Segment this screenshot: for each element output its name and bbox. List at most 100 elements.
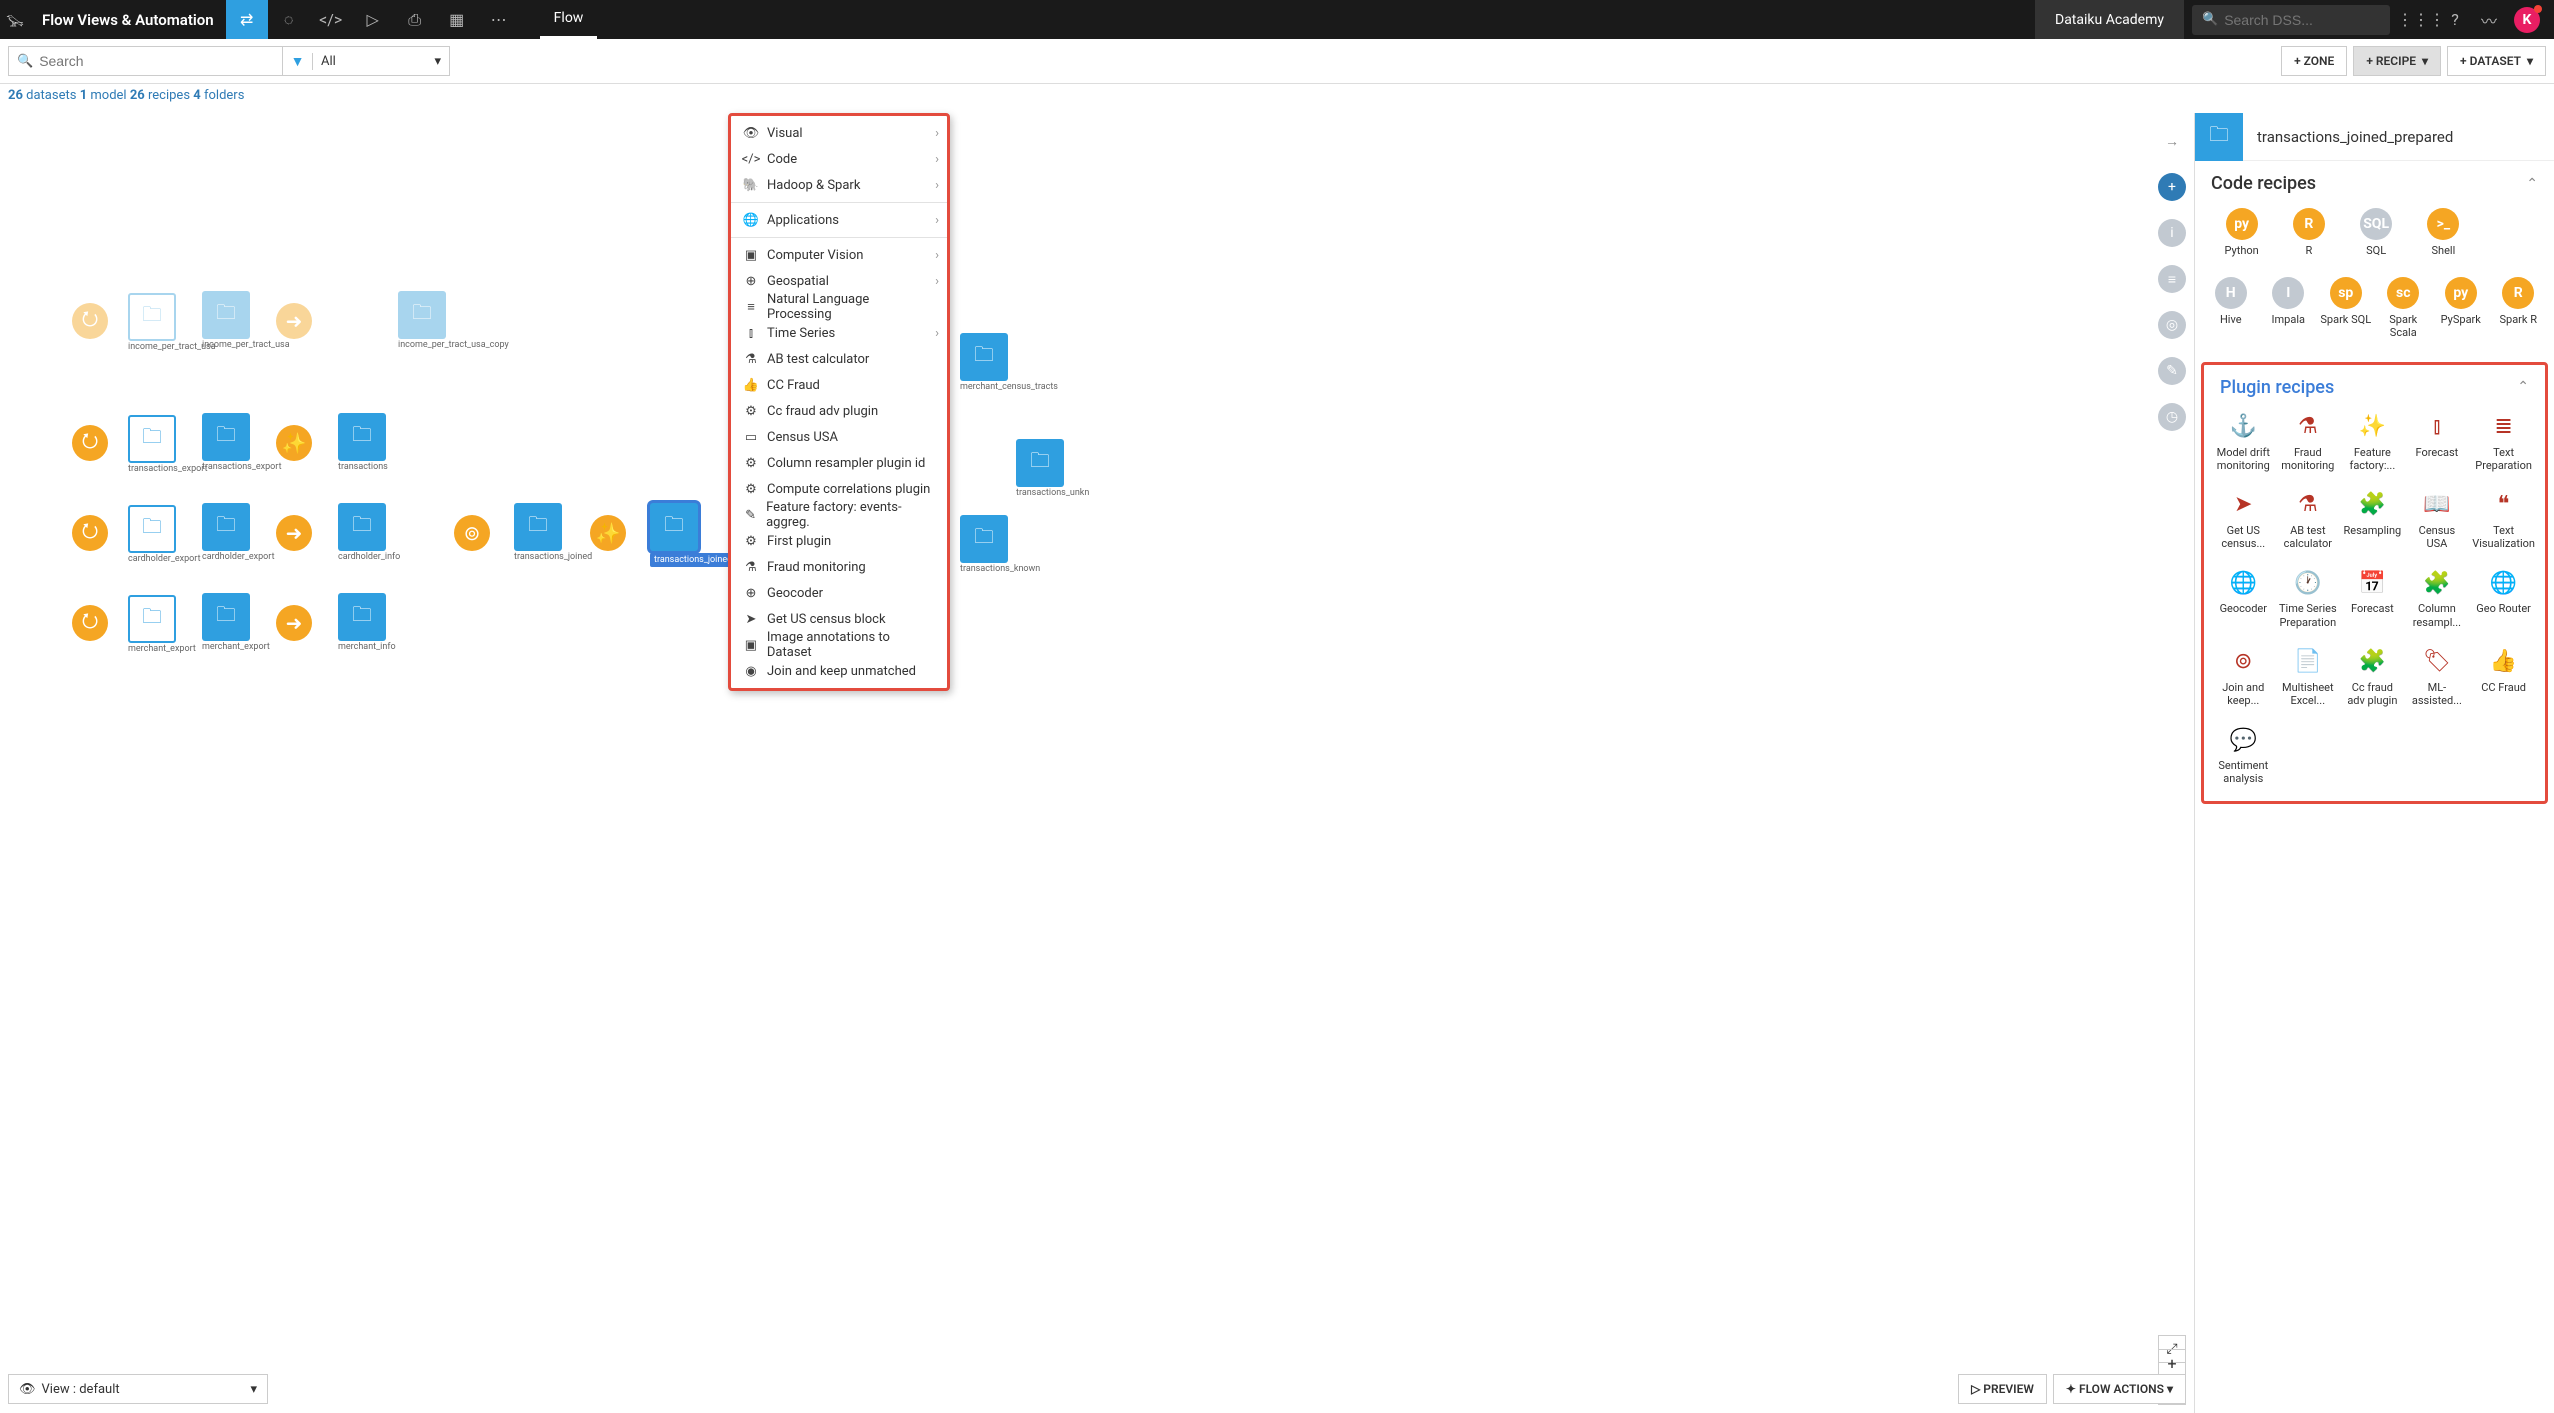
plugin-recipe-item[interactable]: 👍CC Fraud [2472,647,2535,707]
recipe-menu-item[interactable]: ⚗AB test calculator [731,346,947,372]
recipe-menu-item[interactable]: ▣Image annotations to Dataset [731,632,947,658]
code-recipe-item[interactable]: pyPython [2211,208,2272,257]
plugin-recipe-item[interactable]: ⚗Fraud monitoring [2279,412,2338,472]
flow-node-j3[interactable]: ✨ [590,515,626,551]
recipe-menu-item[interactable]: 👍CC Fraud [731,372,947,398]
flow-search[interactable]: 🔍 [8,46,283,76]
recipe-menu-item[interactable]: ➤Get US census block [731,606,947,632]
flow-node-r2[interactable]: 🗀transactions_unkn [1016,439,1086,499]
flow-node-n1[interactable]: ⭮ [72,303,108,339]
flow-canvas[interactable]: ⭮ 🗀income_per_tract_usa 🗀income_per_tract_… [0,113,2194,1413]
flow-node-t2[interactable]: 🗀transactions_export [128,415,198,475]
flow-icon[interactable]: ⇄ [226,0,268,39]
plugin-recipe-item[interactable]: ❝Text Visualization [2472,490,2535,550]
filter-dropdown[interactable]: ▼ All ▾ [282,46,450,76]
history-icon[interactable]: ◷ [2158,403,2186,431]
plugin-recipe-item[interactable]: 🧩Column resampl... [2408,568,2467,628]
view-dropdown[interactable]: 👁 View : default ▾ [8,1374,268,1404]
recipe-menu-item[interactable]: ≡Natural Language Processing [731,294,947,320]
code-recipe-item[interactable]: spSpark SQL [2320,277,2372,339]
add-recipe-button[interactable]: + RECIPE ▾ [2353,46,2441,76]
flow-node-m5[interactable]: 🗀merchant_info [338,593,396,653]
recipe-menu-item[interactable]: ⚙Compute correlations plugin [731,476,947,502]
plugin-recipe-item[interactable]: 📖Census USA [2408,490,2467,550]
tab-flow[interactable]: Flow [540,0,598,39]
flow-node-m3[interactable]: 🗀merchant_export [202,593,270,653]
section-code-recipes[interactable]: Code recipes ⌃ [2195,161,2554,204]
plugin-recipe-item[interactable]: 🌐Geo Router [2472,568,2535,628]
flow-node-r3[interactable]: 🗀transactions_known [960,515,1030,575]
user-avatar[interactable]: K [2514,7,2540,33]
global-search[interactable]: 🔍 [2192,5,2390,35]
recipe-menu-item[interactable]: ✎Feature factory: events-aggreg. [731,502,947,528]
global-search-input[interactable] [2224,12,2374,28]
plugin-recipe-item[interactable]: 💬Sentiment analysis [2214,725,2273,785]
apps-icon[interactable]: ⋮⋮⋮ [2404,0,2438,39]
count-datasets-n[interactable]: 26 [8,88,23,103]
recipe-menu-item[interactable]: 👁Visual [731,120,947,146]
plugin-recipe-item[interactable]: 🕐Time Series Preparation [2279,568,2338,628]
circle-icon[interactable]: ◌ [268,0,310,39]
plugin-recipe-item[interactable]: ⚓Model drift monitoring [2214,412,2273,472]
recipe-menu-item[interactable]: ⊕Geocoder [731,580,947,606]
recipe-menu-item[interactable]: ⚙First plugin [731,528,947,554]
flow-node-m2[interactable]: 🗀merchant_export [128,595,196,655]
plugin-recipe-item[interactable]: ➤Get US census... [2214,490,2273,550]
add-zone-button[interactable]: + ZONE [2281,46,2347,76]
flow-node-m4[interactable]: ➜ [276,605,312,641]
recipe-menu-item[interactable]: ⊕Geospatial [731,268,947,294]
code-recipe-item[interactable]: RSpark R [2493,277,2545,339]
flow-node-m1[interactable]: ⭮ [72,605,108,641]
code-recipe-item[interactable]: >_Shell [2413,208,2474,257]
recipe-menu-item[interactable]: </>Code [731,146,947,172]
count-folders-n[interactable]: 4 [193,88,200,103]
activity-icon[interactable]: 〰 [2472,0,2506,39]
flow-node-c5[interactable]: 🗀cardholder_info [338,503,400,563]
count-datasets[interactable]: datasets [26,88,76,103]
edit-icon[interactable]: ✎ [2158,357,2186,385]
flow-node-t4[interactable]: ✨ [276,425,312,461]
recipe-menu-item[interactable]: ⚙Column resampler plugin id [731,450,947,476]
flow-node-c2[interactable]: 🗀cardholder_export [128,505,198,565]
plugin-recipe-item[interactable]: 🏷ML-assisted... [2408,647,2467,707]
flow-node-n3[interactable]: 🗀income_per_tract_usa [202,291,272,351]
plugin-recipe-item[interactable]: ✨Feature factory:... [2343,412,2402,472]
help-icon[interactable]: ? [2438,0,2472,39]
flow-node-n5[interactable]: 🗀income_per_tract_usa_copy [398,291,468,351]
plugin-recipe-item[interactable]: ⊚Join and keep... [2214,647,2273,707]
recipe-menu-item[interactable]: 🌐Applications [731,207,947,233]
flow-node-c1[interactable]: ⭮ [72,515,108,551]
count-model[interactable]: model [90,88,126,103]
count-recipes-n[interactable]: 26 [130,88,145,103]
section-plugin-recipes[interactable]: Plugin recipes ⌃ [2204,365,2545,408]
collapse-panel-icon[interactable]: → [2158,127,2186,155]
plus-button[interactable]: + [2158,173,2186,201]
info-icon[interactable]: i [2158,219,2186,247]
code-recipe-item[interactable]: SQLSQL [2346,208,2407,257]
flow-node-t3[interactable]: 🗀transactions_export [202,413,272,473]
count-folders[interactable]: folders [204,88,244,103]
flow-search-input[interactable] [39,53,274,69]
plugin-recipe-item[interactable]: ⚗AB test calculator [2279,490,2338,550]
more-icon[interactable]: ⋯ [478,0,520,39]
code-icon[interactable]: </> [310,0,352,39]
code-recipe-item[interactable]: scSpark Scala [2378,277,2430,339]
flow-actions-button[interactable]: ✦ FLOW ACTIONS ▾ [2053,1374,2186,1404]
flow-node-c4[interactable]: ➜ [276,515,312,551]
flow-node-r1[interactable]: 🗀merchant_census_tracts [960,333,1030,393]
code-recipe-item[interactable]: pyPySpark [2435,277,2487,339]
recipe-menu-item[interactable]: ▭Census USA [731,424,947,450]
count-model-n[interactable]: 1 [80,88,87,103]
plugin-recipe-item[interactable]: 📄Multisheet Excel... [2279,647,2338,707]
app-logo[interactable]: 𓅩 [0,0,30,39]
add-dataset-button[interactable]: + DATASET ▾ [2447,46,2546,76]
flow-node-t1[interactable]: ⭮ [72,425,108,461]
plugin-recipe-item[interactable]: 🌐Geocoder [2214,568,2273,628]
plugin-recipe-item[interactable]: ⫾Forecast [2408,412,2467,472]
code-recipe-item[interactable]: RR [2278,208,2339,257]
code-recipe-item[interactable]: HHive [2205,277,2257,339]
flow-node-j2[interactable]: 🗀transactions_joined [514,503,584,563]
flow-node-c3[interactable]: 🗀cardholder_export [202,503,272,563]
dashboard-icon[interactable]: ▦ [436,0,478,39]
recipe-menu-item[interactable]: 🐘Hadoop & Spark [731,172,947,198]
